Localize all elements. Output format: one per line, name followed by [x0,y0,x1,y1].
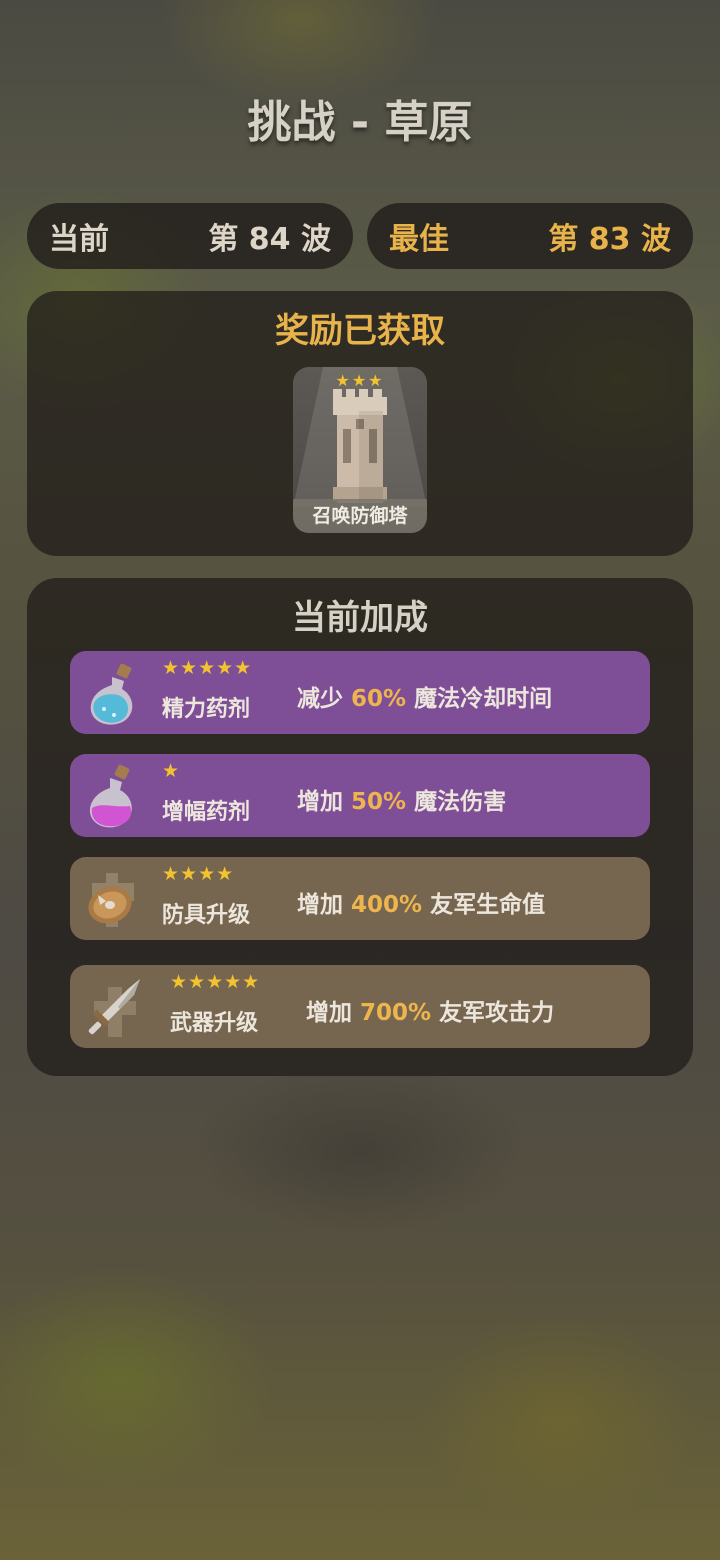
bonus-row-amplify-potion[interactable]: ★ 增幅药剂 增加 50% 魔法伤害 [70,754,650,837]
bonus-stars: ★★★★★ [162,657,253,679]
bonus-stars: ★★★★ [162,863,235,885]
current-wave-label: 当前 [49,222,109,257]
bonus-name: 防具升级 [162,903,251,928]
bonus-row-weapon-upgrade[interactable]: ★★★★★ 武器升级 增加 700% 友军攻击力 [70,965,650,1048]
bonus-amount: 60% [351,686,407,712]
pink-potion-icon [89,764,132,828]
bonus-amount: 700% [360,1000,432,1026]
best-wave-label: 最佳 [389,222,449,257]
current-wave-pill: 当前 第 84 波 [27,203,353,269]
bonuses-title: 当前加成 [292,598,428,638]
bonus-description: 增加 50% 魔法伤害 [297,789,507,815]
bonus-amount: 50% [351,789,407,815]
bonus-name: 增幅药剂 [162,800,251,825]
bonus-row-armor-upgrade[interactable]: ★★★★ 防具升级 增加 400% 友军生命值 [70,857,650,940]
bonus-row-energy-potion[interactable]: ★★★★★ 精力药剂 减少 60% 魔法冷却时间 [70,651,650,734]
reward-stars: ★★★ [335,371,385,390]
best-wave-value: 第 83 波 [548,222,671,257]
bonus-stars: ★★★★★ [170,971,261,993]
bonus-description: 增加 700% 友军攻击力 [306,1000,555,1026]
bonus-amount: 400% [351,892,423,918]
bonus-stars: ★ [162,760,181,782]
blue-potion-icon [90,663,133,725]
sword-icon [88,979,140,1037]
reward-name: 召唤防御塔 [293,499,427,533]
bonus-name: 武器升级 [170,1011,259,1036]
page-title: 挑战 - 草原 [247,97,473,148]
rewards-panel: 奖励已获取 ★★★ 召唤防御塔 [27,291,693,556]
bonus-description: 增加 400% 友军生命值 [297,892,546,918]
shield-icon [88,873,134,927]
best-wave-pill: 最佳 第 83 波 [367,203,693,269]
current-wave-value: 第 84 波 [208,222,331,257]
bonus-name: 精力药剂 [162,697,251,722]
reward-card[interactable]: ★★★ 召唤防御塔 [293,367,427,533]
bonus-description: 减少 60% 魔法冷却时间 [297,686,553,712]
rewards-title: 奖励已获取 [275,311,445,351]
bonuses-panel: 当前加成 ★★★★★ 精力药剂 减少 60% 魔法冷却时间 ★ 增幅药剂 增加 … [27,578,693,1076]
